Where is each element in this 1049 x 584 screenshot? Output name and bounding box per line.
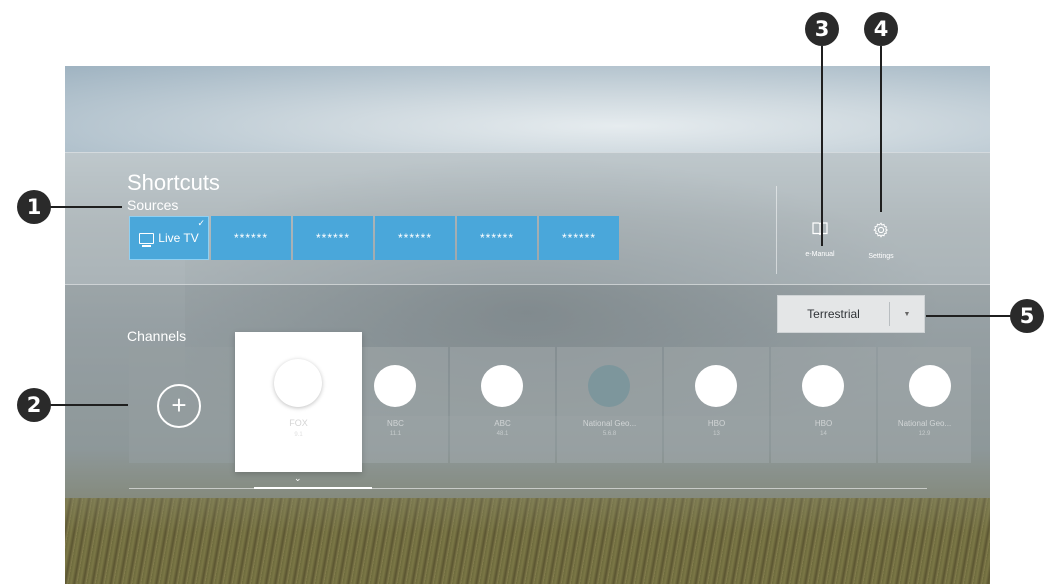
e-manual-button[interactable]: e-Manual — [790, 222, 850, 258]
shortcuts-title: Shortcuts — [127, 170, 220, 195]
add-channel-button[interactable]: + — [129, 347, 234, 463]
settings-label: Settings — [868, 253, 894, 260]
source-label: ****** — [315, 231, 351, 245]
scrollbar-track[interactable] — [129, 488, 927, 489]
channel-logo — [695, 365, 737, 407]
grass-highlight — [65, 498, 990, 584]
source-item[interactable]: ****** — [211, 216, 291, 260]
callout-badge-4: 4 — [864, 12, 898, 46]
channel-logo — [374, 365, 416, 407]
callout-line-1 — [50, 206, 122, 208]
callout-line-2 — [50, 404, 128, 406]
e-manual-label: e-Manual — [805, 251, 835, 258]
source-item[interactable]: ****** — [375, 216, 455, 260]
callout-badge-1: 1 — [17, 190, 51, 224]
sources-label: Sources — [127, 197, 179, 213]
channel-tile[interactable]: National Geo... 5.6.8 — [557, 347, 662, 463]
divider — [776, 186, 777, 274]
tv-icon — [139, 232, 155, 247]
channel-number: 14 — [820, 431, 827, 437]
callout-line-4 — [880, 46, 882, 212]
dropdown-arrow-icon: ▼ — [903, 310, 911, 318]
channel-name: HBO — [814, 419, 833, 428]
channel-number: 5.6.8 — [602, 431, 617, 437]
channel-number: 12.9 — [918, 431, 931, 437]
channel-name: HBO — [707, 419, 726, 428]
channel-logo — [274, 359, 322, 407]
dropdown-value: Terrestrial — [807, 307, 860, 321]
channel-number: 13 — [713, 431, 720, 437]
source-label: ****** — [479, 231, 515, 245]
scrollbar-thumb[interactable] — [254, 487, 372, 489]
settings-button[interactable]: Settings — [851, 222, 911, 260]
sources-row: Live TV ✓ ****** ****** ****** ****** **… — [129, 216, 619, 260]
channel-tile[interactable]: HBO 13 — [664, 347, 769, 463]
sky-background — [65, 66, 990, 152]
channel-name: National Geo... — [897, 419, 952, 428]
channel-logo — [802, 365, 844, 407]
channel-filter-dropdown[interactable]: Terrestrial ▼ — [777, 295, 925, 333]
plus-icon: + — [157, 384, 201, 428]
callout-line-5 — [926, 315, 1012, 317]
channel-logo — [588, 365, 630, 407]
channel-name: FOX — [289, 418, 308, 428]
channels-label: Channels — [127, 328, 187, 344]
focused-channel-tile[interactable]: FOX 9.1 — [235, 332, 362, 472]
source-label: ****** — [397, 231, 433, 245]
source-label: Live TV — [158, 231, 199, 245]
gear-icon — [851, 222, 911, 243]
chevron-down-icon[interactable]: ⌄ — [294, 473, 302, 484]
callout-badge-2: 2 — [17, 388, 51, 422]
source-label: ****** — [233, 231, 269, 245]
source-item[interactable]: ****** — [293, 216, 373, 260]
channel-logo — [481, 365, 523, 407]
book-icon — [790, 222, 850, 241]
tv-screen: Shortcuts Sources Live TV ✓ ****** *****… — [65, 66, 990, 584]
channel-number: 9.1 — [294, 432, 303, 438]
channel-logo — [909, 365, 951, 407]
channel-number: 48.1 — [496, 431, 509, 437]
callout-line-3 — [821, 46, 823, 246]
channel-tile[interactable]: National Geo... 12.9 — [878, 347, 971, 463]
source-item[interactable]: ****** — [457, 216, 537, 260]
channel-name: National Geo... — [582, 419, 637, 428]
source-item[interactable]: ****** — [539, 216, 619, 260]
callout-badge-3: 3 — [805, 12, 839, 46]
callout-badge-5: 5 — [1010, 299, 1044, 333]
channel-name: ABC — [494, 419, 511, 428]
source-live-tv[interactable]: Live TV ✓ — [129, 216, 209, 260]
channel-tile[interactable]: HBO 14 — [771, 347, 876, 463]
channel-tile[interactable]: ABC 48.1 — [450, 347, 555, 463]
source-label: ****** — [561, 231, 597, 245]
check-icon: ✓ — [197, 218, 205, 228]
